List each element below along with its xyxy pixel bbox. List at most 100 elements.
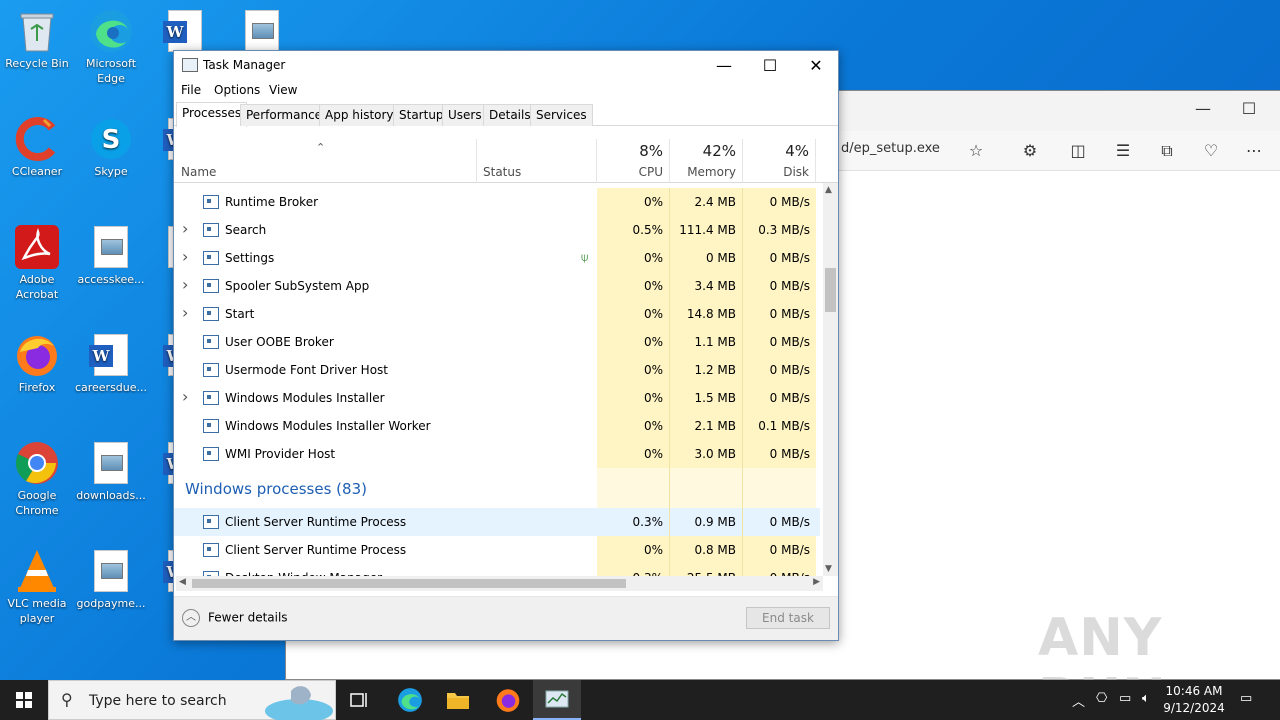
taskbar-search[interactable]: ⚲ Type here to search xyxy=(48,680,336,720)
group-header: Windows processes (83) xyxy=(174,468,820,508)
menu-file[interactable]: File xyxy=(181,83,201,97)
process-icon xyxy=(203,307,219,321)
chevron-right-icon[interactable]: › xyxy=(182,247,188,266)
menu-view[interactable]: View xyxy=(269,83,297,97)
scrollbar-thumb[interactable] xyxy=(825,268,836,312)
fewer-details-button[interactable]: ︿ Fewer details xyxy=(182,609,288,627)
desktop-icon-ccleaner[interactable]: CCleaner xyxy=(0,116,74,179)
scroll-left-icon[interactable]: ◀ xyxy=(179,577,186,587)
column-status-label: Status xyxy=(483,165,522,179)
acrobat-icon xyxy=(14,224,60,270)
group-label: Windows processes (83) xyxy=(185,480,367,498)
desktop-icon-word-doc[interactable]: W careersdue... xyxy=(74,332,148,395)
minimize-button[interactable]: — xyxy=(701,51,747,80)
menu-options[interactable]: Options xyxy=(214,83,260,97)
table-row[interactable]: › Start 0% 14.8 MB 0 MB/s xyxy=(174,300,820,328)
collections-icon[interactable]: ⧉ xyxy=(1155,139,1179,163)
column-memory[interactable]: 42% Memory xyxy=(670,139,743,183)
desktop-icon-edge[interactable]: Microsoft Edge xyxy=(74,8,148,86)
favorite-star-icon[interactable]: ☆ xyxy=(964,139,988,163)
desktop-icon-firefox[interactable]: Firefox xyxy=(0,332,74,395)
table-row[interactable]: User OOBE Broker 0% 1.1 MB 0 MB/s xyxy=(174,328,820,356)
tab-app-history[interactable]: App history xyxy=(319,104,400,126)
task-view-button[interactable] xyxy=(336,680,384,720)
table-row[interactable]: › Search 0.5% 111.4 MB 0.3 MB/s xyxy=(174,216,820,244)
chevron-right-icon[interactable]: › xyxy=(182,275,188,294)
image-file-icon xyxy=(239,8,285,54)
scroll-right-icon[interactable]: ▶ xyxy=(813,577,820,587)
desktop-icon-image-file[interactable]: godpayme... xyxy=(74,548,148,611)
desktop-icon-chrome[interactable]: Google Chrome xyxy=(0,440,74,518)
desktop-icon-skype[interactable]: S Skype xyxy=(74,116,148,179)
volume-icon[interactable]: 🔈︎ xyxy=(1142,691,1150,706)
device-icon[interactable]: ⎔ xyxy=(1096,691,1107,706)
desktop-icon-recycle-bin[interactable]: Recycle Bin xyxy=(0,8,74,71)
cell-cpu: 0% xyxy=(597,412,670,440)
extensions-icon[interactable]: ⚙ xyxy=(1018,139,1042,163)
chevron-right-icon[interactable]: › xyxy=(182,303,188,322)
cell-disk: 0 MB/s xyxy=(743,384,816,412)
tab-processes[interactable]: Processes xyxy=(176,102,248,127)
column-name[interactable]: ⌃ Name xyxy=(174,139,477,183)
end-task-button[interactable]: End task xyxy=(746,607,830,629)
vertical-scrollbar[interactable]: ▲ ▼ xyxy=(823,183,838,576)
column-cpu[interactable]: 8% CPU xyxy=(597,139,670,183)
table-row[interactable]: Client Server Runtime Process 0.3% 0.9 MB 0… xyxy=(174,508,820,536)
column-disk[interactable]: 4% Disk xyxy=(743,139,816,183)
notification-icon[interactable]: ▭ xyxy=(1240,691,1252,706)
chevron-right-icon[interactable]: › xyxy=(182,219,188,238)
start-button[interactable] xyxy=(0,680,48,720)
taskbar-edge-button[interactable] xyxy=(386,680,434,720)
scrollbar-thumb[interactable] xyxy=(192,579,626,588)
taskbar-firefox-button[interactable] xyxy=(484,680,532,720)
memory-percent: 42% xyxy=(702,142,736,160)
task-manager-icon xyxy=(545,690,569,708)
desktop-icon-image-file[interactable]: accesskee... xyxy=(74,224,148,287)
desktop-icon-vlc[interactable]: VLC media player xyxy=(0,548,74,626)
chevron-up-icon[interactable]: ︿ xyxy=(1072,691,1085,710)
minimize-icon[interactable]: — xyxy=(1191,97,1215,121)
cell-cpu: 0% xyxy=(597,356,670,384)
scroll-down-icon[interactable]: ▼ xyxy=(825,564,832,574)
tab-users[interactable]: Users xyxy=(442,104,488,126)
favorites-icon[interactable]: ☰ xyxy=(1111,139,1135,163)
table-row[interactable]: › Windows Modules Installer 0% 1.5 MB 0 MB/s xyxy=(174,384,820,412)
table-row[interactable]: Runtime Broker 0% 2.4 MB 0 MB/s xyxy=(174,188,820,216)
fewer-details-label: Fewer details xyxy=(208,610,288,625)
cell-memory: 0.9 MB xyxy=(670,508,743,536)
split-screen-icon[interactable]: ◫ xyxy=(1066,139,1090,163)
maximize-button[interactable]: ☐ xyxy=(747,51,793,80)
table-row[interactable]: Usermode Font Driver Host 0% 1.2 MB 0 MB/s xyxy=(174,356,820,384)
taskbar-file-explorer-button[interactable] xyxy=(434,680,482,720)
cell-disk: 0 MB/s xyxy=(743,328,816,356)
more-icon[interactable]: ⋯ xyxy=(1242,139,1266,163)
tab-details[interactable]: Details xyxy=(483,104,537,126)
maximize-icon[interactable]: ☐ xyxy=(1237,97,1261,121)
menubar: File Options View xyxy=(174,80,838,102)
table-row[interactable]: WMI Provider Host 0% 3.0 MB 0 MB/s xyxy=(174,440,820,468)
table-row[interactable]: Windows Modules Installer Worker 0% 2.1 MB… xyxy=(174,412,820,440)
scroll-up-icon[interactable]: ▲ xyxy=(825,185,832,195)
table-row[interactable]: › Settings ⍦ 0% 0 MB 0 MB/s xyxy=(174,244,820,272)
desktop-icon-acrobat[interactable]: Adobe Acrobat xyxy=(0,224,74,302)
table-row[interactable]: › Spooler SubSystem App 0% 3.4 MB 0 MB/s xyxy=(174,272,820,300)
desktop-icon-label: godpayme... xyxy=(76,597,146,610)
browser-essentials-icon[interactable]: ♡ xyxy=(1199,139,1223,163)
cell-memory: 0 MB xyxy=(670,244,743,272)
taskbar-task-manager-button[interactable] xyxy=(533,680,581,720)
horizontal-scrollbar[interactable]: ◀ ▶ xyxy=(176,576,823,591)
cell-disk: 0 MB/s xyxy=(743,508,816,536)
chevron-right-icon[interactable]: › xyxy=(182,387,188,406)
close-button[interactable]: ✕ xyxy=(793,51,839,80)
clock[interactable]: 10:46 AM 9/12/2024 xyxy=(1160,683,1228,717)
desktop-icon-image-file[interactable] xyxy=(225,8,299,56)
column-status[interactable]: Status xyxy=(477,139,597,183)
tab-services[interactable]: Services xyxy=(530,104,593,126)
titlebar[interactable]: Task Manager — ☐ ✕ xyxy=(174,51,838,80)
process-name: Search xyxy=(225,223,267,237)
address-url[interactable]: d/ep_setup.exe xyxy=(841,141,940,156)
tab-performance[interactable]: Performance xyxy=(240,104,329,126)
table-row[interactable]: Client Server Runtime Process 0% 0.8 MB 0 M… xyxy=(174,536,820,564)
network-icon[interactable]: ▭ xyxy=(1119,691,1131,706)
desktop-icon-image-file[interactable]: downloads... xyxy=(74,440,148,503)
